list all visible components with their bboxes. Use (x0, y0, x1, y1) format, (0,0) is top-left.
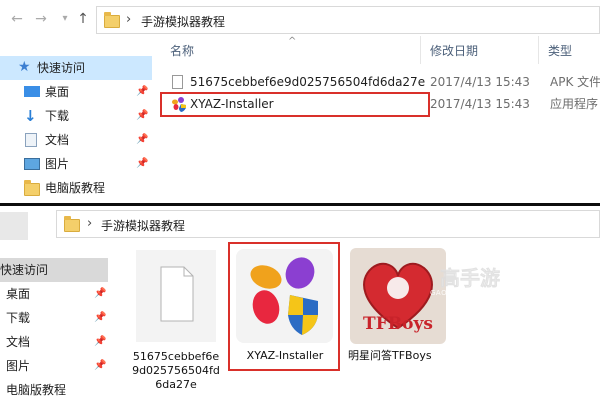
pin-icon[interactable]: 📌 (136, 152, 148, 176)
watermark: 高手游 GAOSHOUYOU.COM (410, 262, 506, 302)
download-icon: ↓ (24, 107, 37, 125)
sidebar-item-downloads[interactable]: ↓ 下载 📌 (0, 104, 152, 128)
breadcrumb-separator-icon: › (87, 216, 93, 231)
pin-icon[interactable]: 📌 (94, 330, 106, 354)
document-icon (25, 133, 37, 147)
watermark-url: GAOSHOUYOU.COM (430, 289, 507, 297)
sidebar-item-pc-tutorial[interactable]: 电脑版教程 (0, 378, 108, 400)
desktop-icon (24, 86, 40, 97)
breadcrumb-separator-icon: › (126, 12, 132, 27)
sidebar-item-documents[interactable]: 文档 📌 (0, 128, 152, 152)
highlight-box (160, 92, 430, 117)
sidebar-item-label: 电脑版教程 (6, 383, 67, 397)
pin-icon[interactable]: 📌 (94, 354, 106, 378)
address-bar[interactable]: › 手游模拟器教程 (96, 6, 600, 34)
back-arrow-icon[interactable]: ← (8, 10, 26, 28)
sidebar-item-pc-tutorial[interactable]: 电脑版教程 (0, 176, 152, 200)
file-date: 2017/4/13 15:43 (430, 97, 530, 111)
file-name: 51675cebbef6e9d025756504fd6da27e (190, 75, 426, 89)
blank-file-icon (160, 266, 194, 322)
sidebar-item-documents[interactable]: 文档 📌 (0, 330, 108, 354)
file-tile[interactable]: 51675cebbef6e9d025756504fd6da27e (130, 250, 222, 400)
sidebar-item-quick-access[interactable]: ★ 快速访问 (0, 56, 152, 80)
tile-thumbnail (136, 250, 216, 342)
sidebar-item-label: 桌面 (6, 287, 31, 301)
sidebar-item-desktop[interactable]: 桌面 📌 (0, 282, 108, 306)
file-row[interactable]: 51675cebbef6e9d025756504fd6da27e 2017/4/… (160, 71, 600, 93)
column-header-date[interactable]: 修改日期 (430, 42, 478, 59)
file-type: APK 文件 (550, 75, 600, 89)
sidebar-item-label: 电脑版教程 (45, 181, 106, 195)
highlight-box (228, 242, 340, 371)
column-header-type[interactable]: 类型 (548, 42, 572, 59)
sidebar-item-label: 桌面 (45, 85, 70, 99)
sidebar-item-label: 文档 (6, 335, 31, 349)
nav-button-area (0, 212, 28, 240)
pin-icon[interactable]: 📌 (136, 128, 148, 152)
sidebar-item-label: 下载 (6, 311, 31, 325)
recent-dropdown-icon[interactable]: ▾ (56, 10, 74, 28)
sidebar-item-label: 快速访问 (0, 263, 49, 277)
folder-icon (24, 180, 40, 196)
sidebar-item-quick-access[interactable]: 快速访问 (0, 258, 108, 282)
sidebar-item-label: 图片 (6, 359, 31, 373)
forward-arrow-icon[interactable]: → (32, 10, 50, 28)
pin-icon[interactable]: 📌 (94, 282, 106, 306)
blank-file-icon (172, 75, 183, 89)
tile-label: 51675cebbef6e9d025756504fd6da27e (132, 350, 220, 391)
folder-icon (64, 216, 80, 232)
pin-icon[interactable]: 📌 (94, 306, 106, 330)
picture-icon (24, 158, 40, 170)
pin-icon[interactable]: 📌 (136, 104, 148, 128)
sidebar-item-pictures[interactable]: 图片 📌 (0, 354, 108, 378)
address-bar[interactable]: › 手游模拟器教程 (56, 210, 600, 238)
sidebar-item-label: 图片 (45, 157, 70, 171)
column-divider[interactable] (538, 36, 539, 64)
sidebar-item-pictures[interactable]: 图片 📌 (0, 152, 152, 176)
bottom-explorer-window: › 手游模拟器教程 快速访问 桌面 📌 下载 📌 文档 📌 图片 📌 电脑版教程… (0, 206, 600, 400)
sidebar-item-label: 文档 (45, 133, 70, 147)
folder-icon (104, 12, 120, 28)
column-divider[interactable] (420, 36, 421, 64)
star-icon: ★ (18, 59, 31, 75)
file-date: 2017/4/13 15:43 (430, 75, 530, 89)
file-type: 应用程序 (550, 97, 599, 111)
watermark-brand: 高手游 (440, 266, 501, 291)
pin-icon[interactable]: 📌 (136, 80, 148, 104)
sidebar-item-downloads[interactable]: 下载 📌 (0, 306, 108, 330)
top-explorer-window: ← → ▾ ↑ › 手游模拟器教程 ★ 快速访问 桌面 📌 ↓ 下载 📌 文档 … (0, 0, 600, 203)
sidebar-item-desktop[interactable]: 桌面 📌 (0, 80, 152, 104)
column-header-name[interactable]: 名称 (170, 42, 194, 59)
breadcrumb-folder[interactable]: 手游模拟器教程 (141, 13, 225, 30)
sort-ascending-icon: ^ (288, 36, 297, 47)
sidebar-item-label: 下载 (45, 109, 70, 123)
up-arrow-icon[interactable]: ↑ (74, 10, 92, 28)
tile-label: 明星问答TFBoys (348, 349, 432, 362)
sidebar-item-label: 快速访问 (37, 61, 86, 75)
tfboys-logo-text: TFBoys (363, 314, 433, 334)
breadcrumb-folder[interactable]: 手游模拟器教程 (101, 217, 185, 234)
